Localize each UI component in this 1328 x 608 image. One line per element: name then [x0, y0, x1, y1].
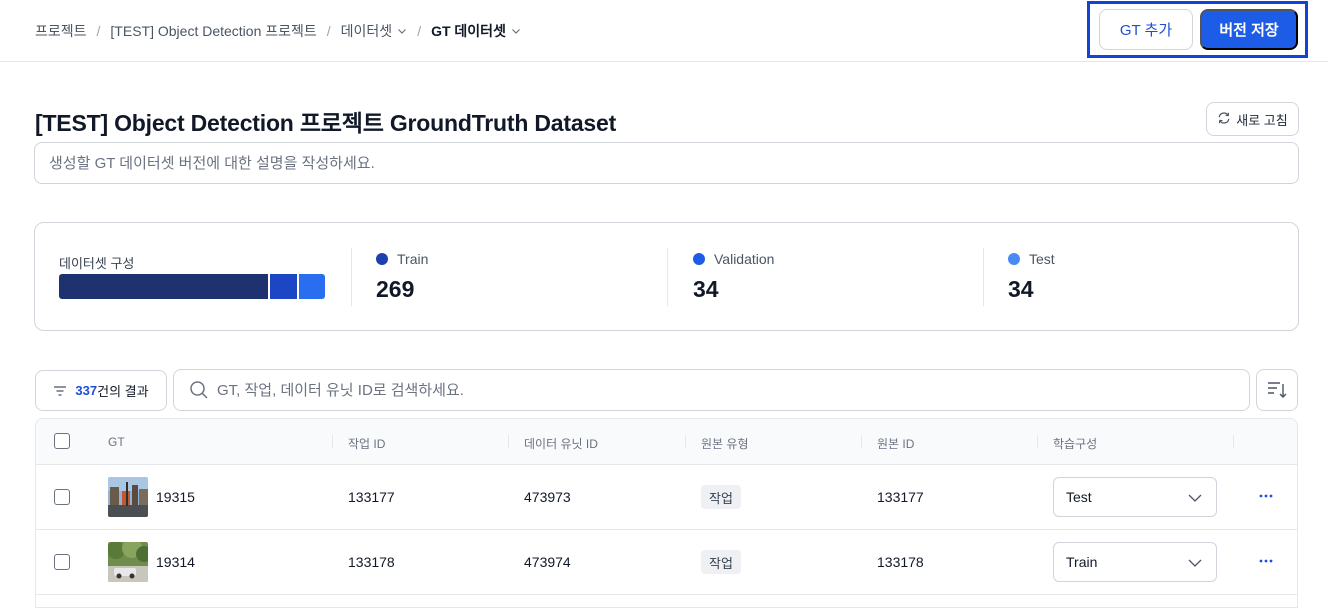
more-horizontal-icon [1259, 559, 1273, 563]
stat-train-value: 269 [376, 276, 415, 302]
stat-validation-label: Validation [714, 251, 775, 267]
result-count-suffix: 건의 결과 [97, 384, 149, 399]
row-more-button[interactable] [1257, 552, 1275, 570]
chevron-down-icon [1188, 556, 1202, 572]
table-row[interactable]: 19314 133178 473974 작업 133178 Train [36, 530, 1297, 595]
divider [983, 248, 984, 306]
split-select[interactable]: Test [1053, 477, 1217, 517]
breadcrumb-project[interactable]: [TEST] Object Detection 프로젝트 [110, 21, 316, 41]
stat-train: Train 269 [376, 251, 428, 303]
breadcrumb-datasets-label: 데이터셋 [340, 23, 393, 39]
gt-thumbnail[interactable] [108, 477, 148, 517]
split-select-value: Train [1066, 554, 1098, 570]
breadcrumb-separator: / [326, 23, 331, 39]
column-header-split: 학습구성 [1053, 437, 1098, 451]
filter-icon [53, 385, 67, 397]
test-dot-icon [1008, 253, 1020, 265]
description-input[interactable] [34, 142, 1299, 184]
row-more-button[interactable] [1257, 487, 1275, 505]
source-type-badge: 작업 [701, 550, 741, 574]
gt-id[interactable]: 19315 [156, 489, 195, 505]
result-count: 337 [75, 383, 98, 398]
page-title: [TEST] Object Detection 프로젝트 GroundTruth… [35, 110, 617, 136]
filter-button[interactable]: 337 건의 결과 [35, 370, 167, 411]
sort-button[interactable] [1256, 369, 1298, 411]
train-dot-icon [376, 253, 388, 265]
column-divider [332, 435, 333, 448]
stat-test-label: Test [1029, 251, 1055, 267]
column-header-source-id: 원본 ID [877, 437, 915, 451]
sort-icon [1267, 381, 1287, 399]
refresh-button[interactable]: 새로 고침 [1206, 102, 1299, 136]
search-icon [189, 380, 209, 400]
column-header-gt: GT [108, 435, 125, 449]
refresh-icon [1217, 111, 1231, 128]
composition-bar-validation [270, 274, 297, 299]
refresh-label: 새로 고침 [1236, 112, 1288, 128]
source-id: 133178 [877, 554, 924, 570]
row-checkbox[interactable] [54, 554, 70, 570]
breadcrumb-project-label: [TEST] Object Detection 프로젝트 [110, 23, 317, 39]
chevron-down-icon [1188, 491, 1202, 507]
stat-test: Test 34 [1008, 251, 1055, 303]
gt-table: GT 작업 ID 데이터 유닛 ID 원본 유형 원본 ID 학습구성 1931… [35, 418, 1298, 608]
select-all-checkbox[interactable] [54, 433, 70, 449]
task-id: 133177 [348, 489, 395, 505]
table-row[interactable]: 19315 133177 473973 작업 133177 Test [36, 465, 1297, 530]
validation-dot-icon [693, 253, 705, 265]
data-unit-id: 473974 [524, 554, 571, 570]
column-divider [508, 435, 509, 448]
split-select-value: Test [1066, 489, 1092, 505]
gt-id[interactable]: 19314 [156, 554, 195, 570]
composition-bar-test [299, 274, 325, 299]
divider [351, 248, 352, 306]
column-divider [861, 435, 862, 448]
more-horizontal-icon [1259, 494, 1273, 498]
split-select[interactable]: Train [1053, 542, 1217, 582]
column-header-data-unit-id: 데이터 유닛 ID [524, 437, 598, 451]
breadcrumb-gt-dataset[interactable]: GT 데이터셋 [431, 21, 521, 41]
column-header-source-type: 원본 유형 [701, 437, 749, 451]
divider [667, 248, 668, 306]
search-input[interactable] [217, 381, 1249, 399]
composition-bar [59, 274, 327, 299]
column-divider [1233, 435, 1234, 448]
breadcrumb-projects[interactable]: 프로젝트 [35, 21, 87, 41]
stat-validation-value: 34 [693, 276, 719, 302]
data-unit-id: 473973 [524, 489, 571, 505]
save-version-button[interactable]: 버전 저장 [1200, 9, 1298, 50]
stat-validation: Validation 34 [693, 251, 774, 303]
source-type-badge: 작업 [701, 485, 741, 509]
composition-bar-train [59, 274, 268, 299]
breadcrumb-datasets[interactable]: 데이터셋 [341, 21, 408, 41]
table-header: GT 작업 ID 데이터 유닛 ID 원본 유형 원본 ID 학습구성 [36, 419, 1297, 465]
task-id: 133178 [348, 554, 395, 570]
row-checkbox[interactable] [54, 489, 70, 505]
column-divider [685, 435, 686, 448]
breadcrumb-separator: / [96, 23, 101, 39]
breadcrumb-gt-dataset-label: GT 데이터셋 [431, 23, 506, 39]
add-gt-button[interactable]: GT 추가 [1099, 9, 1193, 50]
chevron-down-icon [397, 26, 407, 36]
chevron-down-icon [511, 26, 521, 36]
breadcrumb-projects-label: 프로젝트 [35, 23, 87, 39]
breadcrumb: 프로젝트 / [TEST] Object Detection 프로젝트 / 데이… [35, 21, 521, 41]
source-id: 133177 [877, 489, 924, 505]
composition-label: 데이터셋 구성 [59, 256, 135, 271]
search-box [173, 369, 1250, 411]
column-divider [1037, 435, 1038, 448]
gt-thumbnail[interactable] [108, 542, 148, 582]
column-header-task-id: 작업 ID [348, 437, 386, 451]
breadcrumb-separator: / [417, 23, 422, 39]
stat-test-value: 34 [1008, 276, 1034, 302]
dataset-composition-card: 데이터셋 구성 Train 269 Validation 34 Test 34 [34, 222, 1299, 331]
stat-train-label: Train [397, 251, 429, 267]
